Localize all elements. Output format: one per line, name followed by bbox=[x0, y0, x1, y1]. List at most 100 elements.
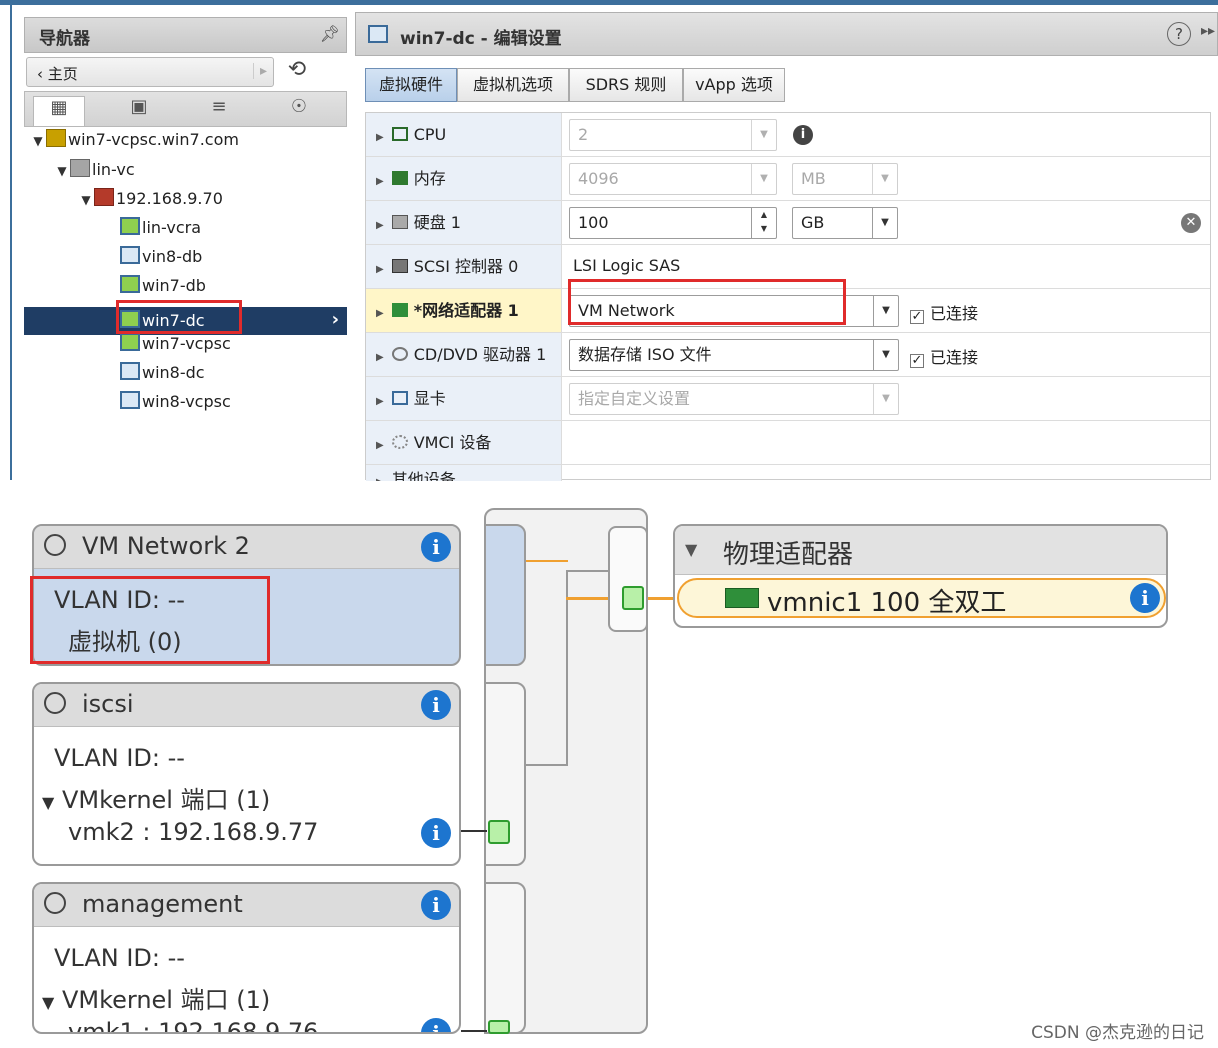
caret-right-icon[interactable]: ▶ bbox=[376, 264, 384, 275]
video-select[interactable]: 指定自定义设置 ▼ bbox=[569, 383, 899, 415]
tree-item-label: lin-vc bbox=[92, 160, 135, 179]
dropdown-arrow-icon[interactable]: ▼ bbox=[873, 340, 898, 370]
tab-vapp-options[interactable]: vApp 选项 bbox=[683, 68, 785, 102]
tree-item-datacenter[interactable]: ▼ win7-vcpsc.win7.com bbox=[30, 129, 239, 157]
row-label[interactable]: ▶ 硬盘 1 bbox=[366, 201, 562, 244]
info-icon[interactable]: i bbox=[421, 818, 451, 848]
dropdown-arrow-icon[interactable]: ▼ bbox=[751, 120, 776, 150]
tree-item-host[interactable]: ▼ 192.168.9.70 bbox=[78, 188, 223, 216]
pin-icon[interactable]: 📌︎ bbox=[320, 24, 340, 43]
expand-icon[interactable]: ▸▸ bbox=[1201, 23, 1215, 39]
portgroup-card[interactable]: management i VLAN ID: -- ▼ VMkernel 端口 (… bbox=[32, 882, 461, 1034]
checkmark-icon[interactable]: ✓ bbox=[910, 310, 924, 324]
memory-input[interactable]: 4096 ▼ bbox=[569, 163, 777, 195]
tab-virtual-hardware[interactable]: 虚拟硬件 bbox=[365, 68, 457, 102]
tree-item-vm[interactable]: win8-dc bbox=[120, 362, 205, 390]
chevron-right-icon[interactable]: › bbox=[332, 309, 339, 330]
row-label[interactable]: ▶ 显卡 bbox=[366, 377, 562, 420]
tree-item-label: win7-vcpsc.win7.com bbox=[68, 130, 239, 149]
disk-size-input[interactable]: 100 ▲ ▼ bbox=[569, 207, 777, 239]
tree-item-cluster[interactable]: ▼ lin-vc bbox=[54, 159, 135, 187]
history-icon[interactable]: ⟲ bbox=[282, 57, 312, 87]
info-icon[interactable]: i bbox=[421, 890, 451, 920]
collapse-icon[interactable]: ▼ bbox=[685, 540, 697, 559]
cd-dvd-select[interactable]: 数据存储 ISO 文件 ▼ bbox=[569, 339, 899, 371]
info-icon[interactable]: i bbox=[421, 1018, 451, 1032]
caret-right-icon[interactable]: ▶ bbox=[376, 132, 384, 143]
networking-tab-icon[interactable]: ☉ bbox=[273, 96, 325, 126]
dropdown-arrow-icon[interactable]: ▼ bbox=[872, 164, 897, 194]
expand-icon[interactable]: ▼ bbox=[42, 993, 54, 1012]
highlight-box bbox=[568, 279, 846, 325]
row-label[interactable]: ▶ 内存 bbox=[366, 157, 562, 200]
spinner-icon[interactable]: ▲ ▼ bbox=[751, 208, 776, 238]
tree-item-vm[interactable]: vin8-db bbox=[120, 246, 202, 274]
hosts-clusters-tab-icon[interactable]: ▦ bbox=[33, 96, 85, 126]
connector-line bbox=[461, 830, 487, 832]
navigator-panel: 导航器 📌︎ ‹ 主页 ▸ ⟲ ▦ ▣ ≡ ☉ › ▼ win7-vcpsc.wi… bbox=[10, 5, 347, 480]
portgroup-header: iscsi i bbox=[34, 684, 459, 727]
info-icon[interactable]: i bbox=[421, 532, 451, 562]
portgroup-card[interactable]: iscsi i VLAN ID: -- ▼ VMkernel 端口 (1) vm… bbox=[32, 682, 461, 866]
dropdown-arrow-icon[interactable]: ▼ bbox=[872, 208, 897, 238]
tab-sdrs-rules[interactable]: SDRS 规则 bbox=[569, 68, 683, 102]
vmnic-item[interactable]: vmnic1 100 全双工 i bbox=[677, 578, 1166, 618]
row-label[interactable]: ▶ VMCI 设备 bbox=[366, 421, 562, 464]
info-icon[interactable]: i bbox=[793, 125, 813, 145]
portgroup-link bbox=[484, 882, 526, 1034]
row-label[interactable]: ▶ CD/DVD 驱动器 1 bbox=[366, 333, 562, 376]
cluster-icon bbox=[70, 159, 90, 177]
help-button[interactable]: ? bbox=[1167, 22, 1191, 46]
tree-item-label: 192.168.9.70 bbox=[116, 189, 223, 208]
remove-device-icon[interactable]: ✕ bbox=[1181, 213, 1201, 233]
forward-icon[interactable]: ▸ bbox=[252, 63, 267, 79]
caret-right-icon[interactable]: ▶ bbox=[376, 308, 384, 319]
caret-right-icon[interactable]: ▶ bbox=[376, 352, 384, 363]
expand-icon[interactable]: ▼ bbox=[42, 793, 54, 812]
tree-item-vm[interactable]: win7-db bbox=[120, 275, 206, 303]
tree-item-label: win7-vcpsc bbox=[142, 334, 231, 353]
vmk-address: vmk1 : 192.168.9.76 bbox=[68, 1018, 319, 1034]
vm-powered-on-icon bbox=[120, 333, 140, 351]
dropdown-arrow-icon[interactable]: ▼ bbox=[751, 164, 776, 194]
host-warning-icon bbox=[94, 188, 114, 206]
checkmark-icon[interactable]: ✓ bbox=[910, 354, 924, 368]
tree-item-vm[interactable]: win7-vcpsc bbox=[120, 333, 231, 361]
row-label[interactable]: ▶ SCSI 控制器 0 bbox=[366, 245, 562, 288]
uplink-port-icon bbox=[622, 586, 644, 610]
navigator-title: 导航器 bbox=[39, 29, 90, 49]
row-label[interactable]: ▶其他设备 bbox=[366, 465, 562, 481]
row-vmci: ▶ VMCI 设备 bbox=[366, 421, 1210, 465]
dropdown-arrow-icon[interactable]: ▼ bbox=[873, 384, 898, 414]
expand-icon[interactable]: ▼ bbox=[54, 164, 70, 178]
dropdown-arrow-icon[interactable]: ▼ bbox=[873, 296, 898, 326]
tree-item-vm[interactable]: win8-vcpsc bbox=[120, 391, 231, 419]
vmk-address: vmk2 : 192.168.9.77 bbox=[68, 818, 319, 846]
connected-checkbox[interactable]: ✓ 已连接 bbox=[910, 344, 978, 368]
tab-vm-options[interactable]: 虚拟机选项 bbox=[457, 68, 569, 102]
tree-item-vm[interactable]: lin-vcra bbox=[120, 217, 201, 245]
network-icon bbox=[44, 692, 66, 714]
cpu-select[interactable]: 2 ▼ bbox=[569, 119, 777, 151]
caret-right-icon[interactable]: ▶ bbox=[376, 396, 384, 407]
expand-icon[interactable]: ▼ bbox=[30, 134, 46, 148]
vmkernel-group[interactable]: ▼ VMkernel 端口 (1) bbox=[42, 780, 270, 815]
physical-adapters-header[interactable]: ▼ 物理适配器 bbox=[675, 526, 1166, 575]
memory-unit-select[interactable]: MB ▼ bbox=[792, 163, 898, 195]
info-icon[interactable]: i bbox=[1130, 583, 1160, 613]
expand-icon[interactable]: ▼ bbox=[78, 193, 94, 207]
vmkernel-group[interactable]: ▼ VMkernel 端口 (1) bbox=[42, 980, 270, 1015]
info-icon[interactable]: i bbox=[421, 690, 451, 720]
row-label[interactable]: ▶ CPU bbox=[366, 113, 562, 156]
caret-right-icon[interactable]: ▶ bbox=[376, 440, 384, 451]
caret-right-icon[interactable]: ▶ bbox=[376, 220, 384, 231]
vms-templates-tab-icon[interactable]: ▣ bbox=[113, 96, 165, 126]
row-label[interactable]: ▶ *网络适配器 1 bbox=[366, 289, 562, 332]
datacenter-icon bbox=[46, 129, 66, 147]
physical-adapters-title: 物理适配器 bbox=[723, 540, 854, 570]
home-button[interactable]: ‹ 主页 ▸ bbox=[26, 57, 274, 87]
caret-right-icon[interactable]: ▶ bbox=[376, 176, 384, 187]
storage-tab-icon[interactable]: ≡ bbox=[193, 96, 245, 126]
disk-unit-select[interactable]: GB ▼ bbox=[792, 207, 898, 239]
connected-checkbox[interactable]: ✓ 已连接 bbox=[910, 300, 978, 324]
